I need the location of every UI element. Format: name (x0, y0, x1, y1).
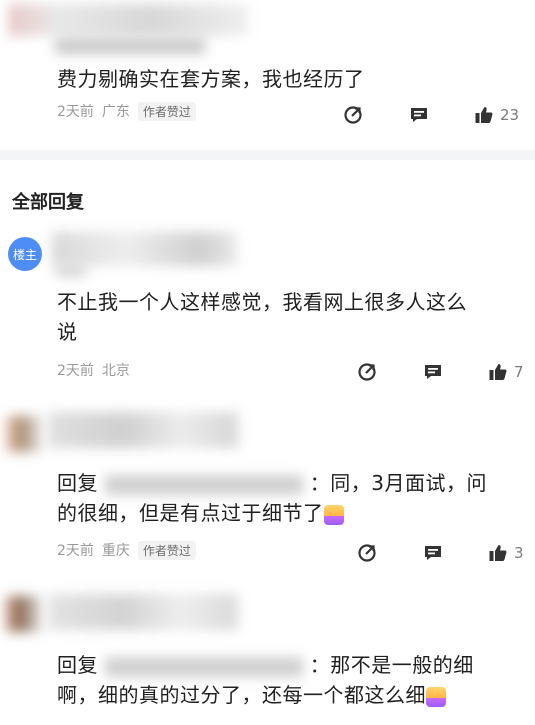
share-button[interactable] (356, 361, 378, 383)
comment-icon (425, 546, 441, 560)
comment-button[interactable] (422, 542, 444, 564)
thumbs-up-icon (489, 364, 507, 380)
blurred-user-info (56, 266, 86, 276)
blurred-username (52, 232, 237, 266)
share-arrow-icon (358, 544, 376, 562)
share-arrow-icon (358, 363, 376, 381)
like-count: 7 (514, 363, 524, 381)
thumbs-up-icon (489, 545, 507, 561)
comment-button[interactable] (422, 361, 444, 383)
sticker-emoji-icon (426, 686, 446, 707)
blurred-username (48, 412, 238, 448)
blurred-username (8, 4, 248, 36)
comment-time: 2天前 (57, 543, 94, 559)
reply-text: 不止我一个人这样感觉，我看网上很多人这么 说 (57, 290, 467, 344)
blurred-mention (104, 656, 303, 677)
comment-time: 2天前 (57, 104, 94, 120)
thumbs-up-icon (475, 107, 493, 123)
like-button[interactable]: 23 (474, 105, 519, 125)
reply-actions: 3 (356, 542, 524, 564)
section-divider (0, 150, 535, 160)
share-arrow-icon (344, 106, 362, 124)
comment-button[interactable] (408, 104, 430, 126)
comment-icon (411, 108, 427, 122)
reply-meta: 2天前 北京 (57, 360, 130, 380)
blurred-user-info (55, 38, 205, 54)
reply-actions: 7 (356, 361, 524, 383)
avatar (6, 596, 42, 632)
top-comment-text: 费力剔确实在套方案，我也经历了 (57, 67, 365, 91)
comment-time: 2天前 (57, 363, 94, 379)
blurred-username (48, 594, 238, 630)
like-button[interactable]: 7 (488, 362, 524, 382)
top-comment-meta: 2天前 广东 作者赞过 (57, 101, 196, 121)
reply-text: 回复 ：那不是一般的细 啊，细的真的过分了，还每一个都这么细 (57, 653, 474, 707)
sticker-emoji-icon (323, 504, 344, 525)
share-button[interactable] (342, 104, 364, 126)
comment-location: 重庆 (101, 543, 130, 559)
avatar (6, 416, 42, 452)
like-button[interactable]: 3 (488, 543, 524, 563)
reply-meta: 2天前 重庆 作者赞过 (57, 540, 196, 560)
author-liked-badge: 作者赞过 (137, 540, 196, 560)
share-button[interactable] (356, 542, 378, 564)
comment-location: 广东 (101, 104, 130, 120)
top-comment-actions: 23 (342, 104, 519, 126)
like-count: 23 (500, 106, 520, 124)
like-count: 3 (514, 544, 524, 562)
comment-location: 北京 (101, 363, 130, 379)
author-liked-badge: 作者赞过 (137, 101, 196, 121)
section-title: 全部回复 (12, 192, 84, 213)
avatar: 楼主 (8, 237, 42, 271)
blurred-mention (104, 474, 303, 495)
comment-icon (425, 365, 441, 379)
reply-text: 回复 ：同，3月面试，问 的很细，但是有点过于细节了 (57, 471, 487, 525)
